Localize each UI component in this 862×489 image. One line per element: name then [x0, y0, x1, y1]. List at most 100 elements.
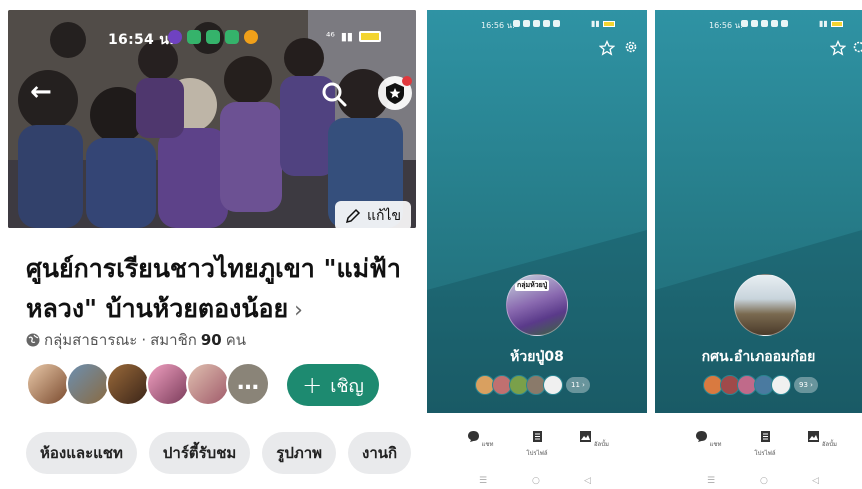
album-action[interactable]: อัลบั้ม [807, 430, 837, 449]
friend-avatar [771, 375, 791, 395]
back-triangle-icon[interactable]: ◁ [584, 476, 591, 486]
status-time: 16:54 น. [108, 32, 175, 48]
notification-icon [225, 30, 239, 44]
friends-row[interactable]: 93 › [703, 374, 818, 396]
friend-count-badge: 93 › [794, 377, 818, 393]
signal-icon: ▮▮ [591, 19, 600, 28]
status-time: 16:56 น. [709, 21, 743, 30]
status-time: 16:56 น. [481, 21, 515, 30]
system-status-icons: ⁴⁶ ▮▮ [326, 30, 381, 43]
group-title-text: ศูนย์การเรียนชาวไทยภูเขา "แม่ฟ้าหลวง" บ้… [26, 254, 401, 323]
album-action-label: อัลบั้ม [821, 441, 837, 448]
android-nav-bar: ☰ ○ ◁ [427, 476, 647, 488]
image-icon [808, 431, 820, 442]
document-icon [760, 431, 770, 442]
signal-bars-icon: ▮▮ [340, 30, 353, 43]
friend-count-badge: 11 › [566, 377, 590, 393]
album-action-label: อัลบั้ม [593, 441, 609, 448]
chat-bubble-icon [467, 431, 479, 442]
profile-name: ห้วยปู่08 [510, 349, 564, 365]
status-bar: 16:54 น. ⁴⁶ ▮▮ [8, 28, 416, 50]
shield-star-icon[interactable] [378, 76, 412, 110]
profile-action[interactable]: โปรไฟล์ [522, 430, 552, 458]
globe-icon [26, 333, 40, 347]
recent-apps-icon[interactable]: ☰ [707, 476, 715, 486]
home-icon[interactable]: ○ [532, 476, 540, 486]
notification-icon [244, 30, 258, 44]
tab-rooms-chat[interactable]: ห้องและแชท [26, 432, 137, 474]
avatar[interactable] [146, 362, 190, 406]
more-members-avatar[interactable]: … [226, 362, 270, 406]
notification-icon [206, 30, 220, 44]
status-bar: 16:56 น. ▮▮ [655, 18, 862, 32]
notification-icon [168, 30, 182, 44]
gear-icon[interactable] [852, 40, 862, 54]
chat-action[interactable]: แชท [693, 430, 723, 449]
gear-icon[interactable] [624, 40, 638, 54]
tab-watch-party[interactable]: ปาร์ตี้รับชม [148, 432, 251, 474]
search-icon[interactable] [320, 80, 348, 108]
profile-picture[interactable] [734, 274, 796, 336]
members-unit: คน [225, 331, 247, 349]
android-nav-bar: ☰ ○ ◁ [655, 476, 862, 488]
back-arrow-icon[interactable]: ← [30, 78, 58, 106]
pencil-icon [345, 208, 361, 224]
signal-icon: ⁴⁶ [326, 30, 335, 43]
image-icon [580, 431, 592, 442]
profile-picture[interactable]: กลุ่มห้วยปู่ [506, 274, 568, 336]
status-app-icons [168, 30, 258, 44]
avatar[interactable] [26, 362, 70, 406]
line-profile-panel-2: 16:56 น. ▮▮ กศน.อำเภออมก๋อย 93 › แชท โปร… [655, 10, 862, 489]
battery-icon [358, 31, 381, 42]
invite-button-label: เชิญ [330, 375, 364, 397]
chat-action[interactable]: แชท [465, 430, 495, 449]
avatar[interactable] [106, 362, 150, 406]
star-icon[interactable] [830, 40, 846, 56]
profile-picture-label: กลุ่มห้วยปู่ [515, 280, 550, 291]
profile-name: กศน.อำเภออมก๋อย [701, 349, 816, 365]
status-app-icons [741, 20, 788, 27]
friend-count: 93 [799, 381, 808, 389]
battery-icon [830, 20, 843, 27]
chat-action-label: แชท [481, 441, 494, 448]
privacy-label: กลุ่มสาธารณะ [44, 331, 138, 349]
signal-icon: ▮▮ [819, 19, 828, 28]
star-icon[interactable] [599, 40, 615, 56]
profile-action[interactable]: โปรไฟล์ [750, 430, 780, 458]
document-icon [532, 431, 542, 442]
edit-cover-button[interactable]: แก้ไข [335, 201, 412, 228]
back-triangle-icon[interactable]: ◁ [812, 476, 819, 486]
group-title[interactable]: ศูนย์การเรียนชาวไทยภูเขา "แม่ฟ้าหลวง" บ้… [26, 249, 411, 331]
system-status-icons: ▮▮ [819, 19, 843, 28]
friends-row[interactable]: 11 › [475, 374, 590, 396]
friend-count: 11 [571, 381, 580, 389]
avatar[interactable] [66, 362, 110, 406]
home-icon[interactable]: ○ [760, 476, 768, 486]
avatar[interactable] [186, 362, 230, 406]
profile-actions: แชท โปรไฟล์ อัลบั้ม [427, 430, 647, 464]
album-action[interactable]: อัลบั้ม [579, 430, 609, 449]
notification-icon [187, 30, 201, 44]
chat-action-label: แชท [709, 441, 722, 448]
battery-icon [602, 20, 615, 27]
group-cover-photo[interactable]: 16:54 น. ⁴⁶ ▮▮ ← แก้ไข [8, 10, 416, 228]
members-label: สมาชิก [150, 331, 197, 349]
friend-avatar [543, 375, 563, 395]
tab-events[interactable]: งานกิ [348, 432, 412, 474]
invite-button[interactable]: + เชิญ [287, 364, 379, 406]
plus-icon: + [302, 371, 323, 399]
facebook-group-panel: 16:54 น. ⁴⁶ ▮▮ ← แก้ไข ศูนย์การเรียนชาวไ… [0, 0, 420, 489]
tab-photos[interactable]: รูปภาพ [262, 432, 337, 474]
profile-action-label: โปรไฟล์ [754, 450, 776, 457]
members-count: 90 [200, 331, 222, 349]
status-bar: 16:56 น. ▮▮ [427, 18, 647, 32]
profile-action-label: โปรไฟล์ [526, 450, 548, 457]
chat-bubble-icon [695, 431, 707, 442]
notification-dot [402, 76, 412, 86]
screenshot-collage: 16:54 น. ⁴⁶ ▮▮ ← แก้ไข ศูนย์การเรียนชาวไ… [0, 0, 862, 489]
line-profile-panel-1: 16:56 น. ▮▮ กลุ่มห้วยปู่ ห้วยปู่08 11 › … [427, 10, 647, 489]
group-tabs: ห้องและแชท ปาร์ตี้รับชม รูปภาพ งานกิ [26, 432, 412, 474]
chevron-right-icon: › [294, 298, 303, 323]
group-meta: กลุ่มสาธารณะ · สมาชิก 90 คน [26, 328, 246, 352]
recent-apps-icon[interactable]: ☰ [479, 476, 487, 486]
